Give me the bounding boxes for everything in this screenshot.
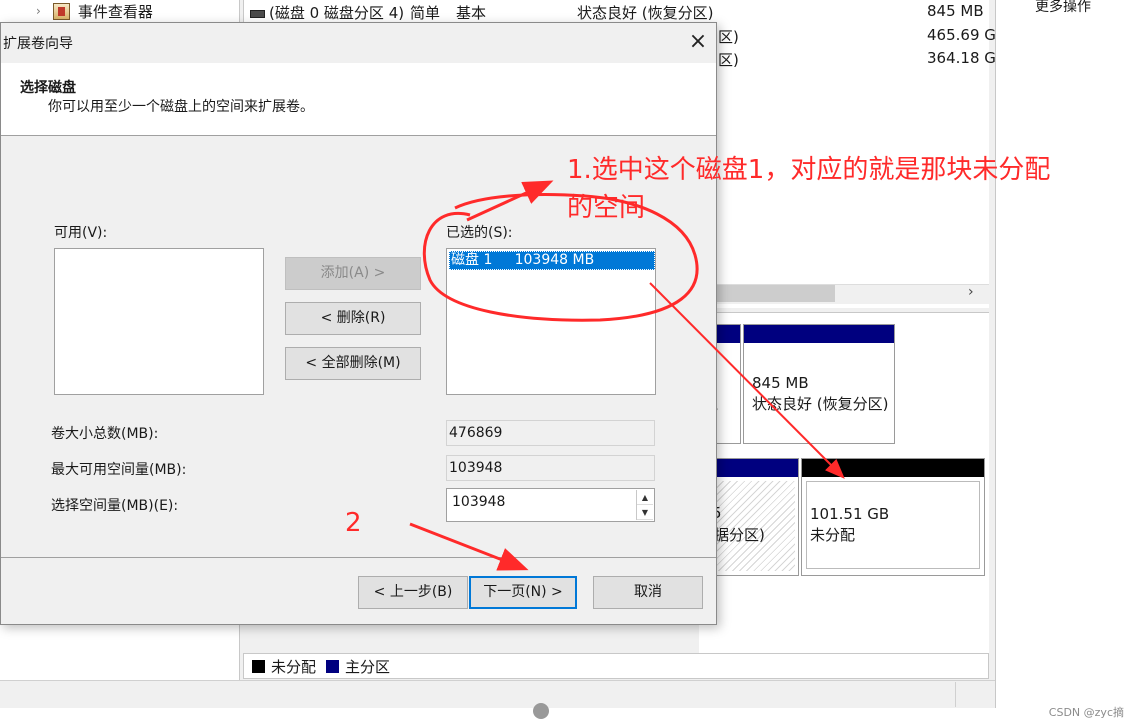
volume-capacity: 845 MB bbox=[927, 2, 984, 20]
select-space-value[interactable]: 103948 bbox=[452, 494, 505, 510]
disk-legend: 未分配 主分区 bbox=[243, 653, 989, 679]
close-icon[interactable]: × bbox=[685, 29, 711, 55]
volume-capacity: 364.18 G bbox=[927, 49, 996, 67]
recovery-partition-block[interactable]: 845 MB 状态良好 (恢复分区) bbox=[743, 324, 895, 444]
unallocated-block[interactable]: 101.51 GB 未分配 bbox=[801, 458, 985, 576]
volume-capacity: 465.69 G bbox=[927, 26, 996, 44]
volume-type: 基本 bbox=[456, 4, 487, 22]
spin-down-icon[interactable]: ▼ bbox=[637, 505, 653, 520]
partition-bar bbox=[744, 325, 894, 343]
max-space-label: 最大可用空间量(MB): bbox=[51, 462, 187, 478]
volume-status-fragment: 区) bbox=[718, 51, 739, 69]
wizard-header: 选择磁盘 你可以用至少一个磁盘上的空间来扩展卷。 bbox=[1, 63, 716, 136]
bottom-strip bbox=[0, 708, 1132, 727]
status-bar-cell bbox=[955, 682, 995, 707]
footer-separator bbox=[1, 557, 716, 558]
max-space-field: 103948 bbox=[446, 455, 655, 481]
selected-label: 已选的(S): bbox=[446, 225, 513, 241]
total-size-field: 476869 bbox=[446, 420, 655, 446]
more-actions-link[interactable]: 更多操作 bbox=[1035, 0, 1091, 16]
drag-handle bbox=[533, 703, 549, 719]
select-space-label: 选择空间量(MB)(E): bbox=[51, 498, 179, 514]
select-space-stepper[interactable]: 103948 ▲ ▼ bbox=[446, 488, 655, 522]
status-bar bbox=[0, 680, 995, 708]
watermark: CSDN @zyc摘 bbox=[1048, 706, 1124, 719]
volume-status-fragment: 区) bbox=[718, 28, 739, 46]
available-label: 可用(V): bbox=[54, 225, 108, 241]
chevron-right-icon[interactable]: › bbox=[36, 4, 41, 18]
partition-status: 状态良好 (恢复分区) bbox=[752, 395, 889, 413]
legend-label: 主分区 bbox=[345, 657, 391, 676]
next-button[interactable]: 下一页(N) > bbox=[469, 576, 577, 609]
page-title: 选择磁盘 bbox=[20, 80, 76, 96]
available-disks-list[interactable] bbox=[54, 248, 264, 395]
annotation-step-2: 2 bbox=[345, 508, 362, 538]
dialog-title: 扩展卷向导 bbox=[3, 36, 73, 52]
add-button[interactable]: 添加(A) > bbox=[285, 257, 421, 290]
partition-size: 845 MB bbox=[752, 374, 809, 392]
remove-button[interactable]: < 删除(R) bbox=[285, 302, 421, 335]
event-viewer-icon bbox=[52, 2, 70, 20]
remove-all-button[interactable]: < 全部删除(M) bbox=[285, 347, 421, 380]
annotation-note-1-line-1: 1.选中这个磁盘1，对应的就是那块未分配 bbox=[567, 155, 1051, 185]
back-button[interactable]: < 上一步(B) bbox=[358, 576, 468, 609]
stepper-buttons: ▲ ▼ bbox=[636, 490, 653, 520]
volume-status: 状态良好 (恢复分区) bbox=[577, 4, 714, 22]
annotation-note-1-line-2: 的空间 bbox=[567, 193, 646, 223]
scroll-right-icon[interactable]: › bbox=[968, 284, 974, 300]
legend-label: 未分配 bbox=[271, 657, 317, 676]
unallocated-swatch bbox=[252, 659, 265, 673]
actions-pane bbox=[995, 0, 1132, 727]
selected-disks-list[interactable]: 磁盘 1 103948 MB bbox=[446, 248, 656, 395]
spin-up-icon[interactable]: ▲ bbox=[637, 490, 653, 505]
cancel-button[interactable]: 取消 bbox=[593, 576, 703, 609]
partition-status-fragment: 据分区) bbox=[714, 526, 765, 544]
volume-row[interactable]: (磁盘 0 磁盘分区 4) 简单 基本 状态良好 (恢复分区) 845 MB bbox=[250, 0, 990, 24]
unallocated-label: 未分配 bbox=[810, 526, 856, 544]
volume-layout: 简单 bbox=[410, 4, 441, 22]
total-size-label: 卷大小总数(MB): bbox=[51, 426, 159, 442]
tree-item-label: 事件查看器 bbox=[77, 2, 153, 21]
tree-item-event-viewer[interactable]: › 事件查看器 bbox=[36, 0, 153, 22]
primary-swatch bbox=[326, 659, 340, 673]
unallocated-size: 101.51 GB bbox=[810, 505, 890, 523]
list-item-disk-1[interactable]: 磁盘 1 103948 MB bbox=[449, 251, 655, 270]
unallocated-bar bbox=[802, 459, 984, 477]
volume-name: (磁盘 0 磁盘分区 4) bbox=[250, 2, 404, 23]
scrollbar-thumb[interactable] bbox=[715, 285, 835, 302]
disk-volume-icon bbox=[250, 9, 265, 18]
page-subtitle: 你可以用至少一个磁盘上的空间来扩展卷。 bbox=[48, 99, 314, 115]
